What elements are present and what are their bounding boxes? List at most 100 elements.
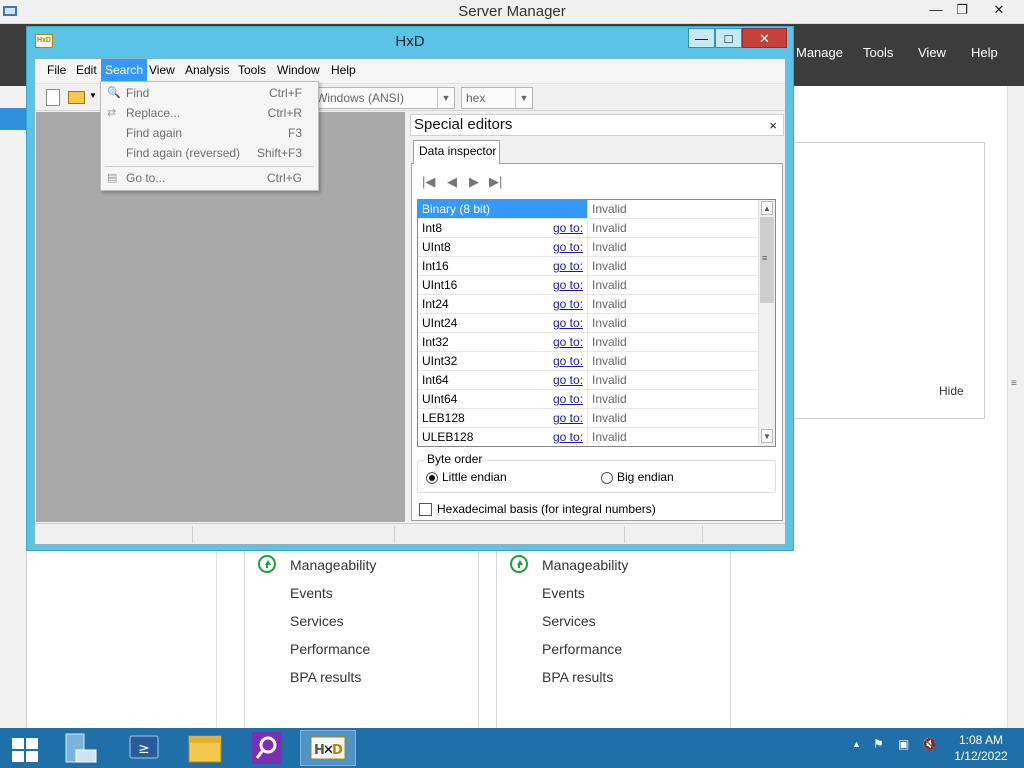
tile-row-events[interactable]: Events	[290, 585, 333, 601]
taskbar-powershell[interactable]: ≥	[118, 730, 172, 766]
show-hidden-icons-icon[interactable]: ▲	[852, 739, 861, 749]
goto-link[interactable]: go to:	[553, 371, 583, 389]
data-value[interactable]: Invalid	[592, 390, 627, 408]
search-menu-item[interactable]: ▤ Go to... Ctrl+G	[101, 168, 318, 188]
hxd-close-button[interactable]: ✕	[742, 28, 787, 48]
goto-link[interactable]: go to:	[553, 257, 583, 275]
data-inspector-row[interactable]: UInt8 go to: Invalid	[418, 238, 758, 257]
menu-help[interactable]: Help	[327, 59, 360, 81]
data-value[interactable]: Invalid	[592, 219, 627, 237]
sm-menu-view[interactable]: View	[918, 45, 946, 60]
previous-icon[interactable]: ◀	[447, 174, 457, 190]
open-file-icon[interactable]	[68, 91, 85, 104]
data-value[interactable]: Invalid	[592, 238, 627, 256]
hxd-maximize-button[interactable]: □	[715, 28, 742, 48]
taskbar-file-explorer[interactable]	[178, 730, 232, 766]
data-inspector-row[interactable]: Int24 go to: Invalid	[418, 295, 758, 314]
scroll-up-icon[interactable]: ▲	[761, 201, 773, 215]
data-value[interactable]: Invalid	[592, 276, 627, 294]
goto-link[interactable]: go to:	[553, 238, 583, 256]
open-dropdown-arrow-icon[interactable]: ▼	[89, 91, 97, 100]
flag-icon[interactable]: ⚑	[873, 737, 884, 751]
big-endian-radio[interactable]	[601, 472, 613, 484]
taskbar-hxd[interactable]: H ✕ D	[300, 730, 356, 766]
tile-row-services[interactable]: Services	[290, 613, 344, 629]
menu-analysis[interactable]: Analysis	[181, 59, 234, 81]
goto-link[interactable]: go to:	[553, 409, 583, 427]
tile-row-events[interactable]: Events	[542, 585, 585, 601]
sm-hide-link[interactable]: Hide	[939, 384, 964, 398]
last-icon[interactable]: ▶|	[489, 174, 502, 190]
sm-nav-dashboard-item[interactable]	[0, 108, 27, 130]
menu-view[interactable]: View	[145, 59, 179, 81]
sm-restore-button[interactable]: ❐	[946, 0, 978, 20]
data-value[interactable]: Invalid	[592, 371, 627, 389]
goto-link[interactable]: go to:	[553, 314, 583, 332]
tile-row-bpa-results[interactable]: BPA results	[290, 669, 361, 685]
next-icon[interactable]: ▶	[469, 174, 479, 190]
menu-file[interactable]: File	[43, 59, 70, 81]
data-inspector-row[interactable]: Int16 go to: Invalid	[418, 257, 758, 276]
sm-menu-manage[interactable]: Manage	[796, 45, 843, 60]
taskbar-search-tool[interactable]	[238, 730, 292, 766]
data-inspector-row[interactable]: ULEB128 go to: Invalid	[418, 428, 758, 446]
first-icon[interactable]: |◀	[422, 174, 435, 190]
search-menu-item[interactable]: 🔍 Find Ctrl+F	[101, 83, 318, 103]
sm-menu-tools[interactable]: Tools	[863, 45, 893, 60]
goto-link[interactable]: go to:	[553, 390, 583, 408]
hex-basis-checkbox[interactable]	[419, 503, 432, 516]
data-value[interactable]: Invalid	[592, 257, 627, 275]
menu-window[interactable]: Window	[273, 59, 324, 81]
data-inspector-row[interactable]: UInt64 go to: Invalid	[418, 390, 758, 409]
data-value[interactable]: Invalid	[592, 428, 627, 446]
sm-menu-help[interactable]: Help	[971, 45, 998, 60]
search-menu-item[interactable]: Find again (reversed) Shift+F3	[101, 143, 318, 163]
taskbar-server-manager[interactable]	[54, 730, 108, 766]
tile-row-performance[interactable]: Performance	[542, 641, 622, 657]
data-inspector-row[interactable]: UInt32 go to: Invalid	[418, 352, 758, 371]
menu-tools[interactable]: Tools	[234, 59, 270, 81]
search-menu-item[interactable]: Find again F3	[101, 123, 318, 143]
tile-row-performance[interactable]: Performance	[290, 641, 370, 657]
search-menu-item[interactable]: ⇄ Replace... Ctrl+R	[101, 103, 318, 123]
goto-link[interactable]: go to:	[553, 428, 583, 446]
start-button[interactable]	[0, 730, 54, 766]
data-value[interactable]: Invalid	[592, 314, 627, 332]
data-inspector-row[interactable]: UInt24 go to: Invalid	[418, 314, 758, 333]
data-value[interactable]: Invalid	[592, 200, 627, 218]
tile-row-bpa-results[interactable]: BPA results	[542, 669, 613, 685]
new-file-icon[interactable]	[46, 89, 60, 106]
sm-close-button[interactable]: ✕	[982, 0, 1016, 20]
charset-select[interactable]: Windows (ANSI) ▼	[311, 87, 455, 109]
volume-muted-icon[interactable]: 🔇	[922, 737, 937, 751]
offset-base-select[interactable]: hex ▼	[461, 87, 533, 109]
tile-row-manageability[interactable]: Manageability	[542, 557, 628, 573]
network-icon[interactable]: ▣	[898, 737, 909, 751]
menu-edit[interactable]: Edit	[72, 59, 101, 81]
data-inspector-row[interactable]: Int32 go to: Invalid	[418, 333, 758, 352]
goto-link[interactable]: go to:	[553, 352, 583, 370]
data-inspector-row[interactable]: Int64 go to: Invalid	[418, 371, 758, 390]
scroll-down-icon[interactable]: ▼	[761, 429, 773, 443]
data-value[interactable]: Invalid	[592, 352, 627, 370]
data-value[interactable]: Invalid	[592, 409, 627, 427]
data-value[interactable]: Invalid	[592, 333, 627, 351]
tile-row-manageability[interactable]: Manageability	[290, 557, 376, 573]
data-inspector-grid[interactable]: Binary (8 bit) Invalid Int8 go to: Invalid UI…	[417, 199, 776, 447]
data-inspector-row[interactable]: Binary (8 bit) Invalid	[418, 200, 758, 219]
data-inspector-scrollbar[interactable]: ▲ ≡ ▼	[758, 200, 775, 446]
goto-link[interactable]: go to:	[553, 219, 583, 237]
data-inspector-row[interactable]: LEB128 go to: Invalid	[418, 409, 758, 428]
data-inspector-row[interactable]: Int8 go to: Invalid	[418, 219, 758, 238]
data-inspector-row[interactable]: UInt16 go to: Invalid	[418, 276, 758, 295]
goto-link[interactable]: go to:	[553, 295, 583, 313]
tile-row-services[interactable]: Services	[542, 613, 596, 629]
clock-time[interactable]: 1:08 AM	[952, 733, 1010, 747]
sm-server-tile-1[interactable]: Manageability Events Services Performanc…	[244, 548, 479, 728]
goto-link[interactable]: go to:	[553, 333, 583, 351]
little-endian-radio[interactable]	[426, 472, 438, 484]
tab-data-inspector[interactable]: Data inspector	[413, 140, 500, 164]
sm-vertical-scrollbar[interactable]	[1007, 86, 1024, 728]
sm-server-tile-2[interactable]: Manageability Events Services Performanc…	[496, 548, 731, 728]
data-value[interactable]: Invalid	[592, 295, 627, 313]
